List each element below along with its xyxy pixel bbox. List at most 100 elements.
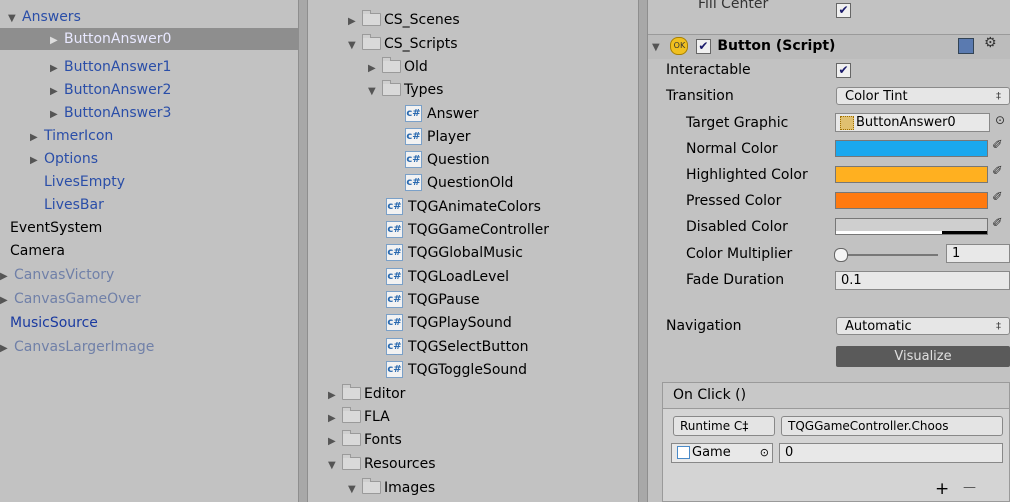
disabled-color-swatch[interactable]: [835, 218, 988, 235]
gear-icon[interactable]: ⚙: [984, 35, 997, 51]
project-script-tqggamecontroller[interactable]: c# TQGGameController: [386, 219, 549, 242]
navigation-dropdown[interactable]: Automatic ‡: [836, 317, 1010, 335]
collapse-arrow-icon[interactable]: ▶: [30, 127, 44, 149]
expand-arrow-icon[interactable]: ▼: [8, 8, 22, 30]
collapse-arrow-icon[interactable]: ▶: [348, 10, 362, 33]
hierarchy-item-canvasgameover[interactable]: ▶ CanvasGameOver: [0, 288, 141, 310]
collapse-arrow-icon[interactable]: ▶: [328, 384, 342, 407]
collapse-arrow-icon[interactable]: ▶: [368, 57, 382, 80]
add-listener-button[interactable]: +: [935, 479, 949, 499]
help-icon[interactable]: [958, 38, 974, 54]
collapse-arrow-icon[interactable]: ▶: [328, 430, 342, 453]
csharp-script-icon: c#: [386, 267, 403, 285]
argument-input[interactable]: 0: [779, 443, 1003, 463]
color-multiplier-slider-thumb[interactable]: [834, 248, 848, 262]
panel-divider[interactable]: [298, 0, 308, 502]
color-multiplier-input[interactable]: 1: [946, 244, 1010, 263]
expand-arrow-icon[interactable]: ▼: [368, 80, 382, 103]
collapse-arrow-icon[interactable]: ▶: [50, 58, 64, 80]
target-graphic-label: Target Graphic: [686, 115, 789, 131]
collapse-arrow-icon[interactable]: ▶: [50, 30, 64, 52]
project-script-tqgtogglesound[interactable]: c# TQGToggleSound: [386, 359, 527, 382]
hierarchy-item-eventsystem[interactable]: EventSystem: [10, 217, 102, 239]
project-script-answer[interactable]: c# Answer: [405, 103, 479, 126]
project-script-tqgglobalmusic[interactable]: c# TQGGlobalMusic: [386, 242, 523, 265]
eyedropper-icon[interactable]: ✐: [992, 138, 1003, 153]
visualize-button[interactable]: Visualize: [836, 346, 1010, 367]
collapse-arrow-icon[interactable]: ▶: [0, 266, 14, 288]
expand-arrow-icon[interactable]: ▼: [348, 478, 362, 501]
collapse-arrow-icon[interactable]: ▶: [30, 150, 44, 172]
collapse-arrow-icon[interactable]: ▶: [0, 338, 14, 360]
runtime-mode-dropdown[interactable]: Runtime C‡: [673, 416, 775, 436]
expand-arrow-icon[interactable]: ▼: [328, 454, 342, 477]
hierarchy-item-livesempty[interactable]: LivesEmpty: [44, 171, 125, 193]
eyedropper-icon[interactable]: ✐: [992, 216, 1003, 231]
expand-arrow-icon[interactable]: ▼: [348, 34, 362, 57]
project-script-tqgplaysound[interactable]: c# TQGPlaySound: [386, 312, 512, 335]
highlighted-color-swatch[interactable]: [835, 166, 988, 183]
fill-center-checkbox[interactable]: ✔: [836, 3, 851, 18]
project-folder-cs-scenes[interactable]: ▶ CS_Scenes: [348, 9, 460, 32]
function-dropdown[interactable]: TQGGameController.Choos: [781, 416, 1003, 436]
remove-listener-button[interactable]: —: [963, 480, 976, 495]
project-script-tqgpause[interactable]: c# TQGPause: [386, 289, 480, 312]
color-multiplier-slider-track[interactable]: [838, 254, 938, 256]
object-picker-icon[interactable]: ⊙: [760, 444, 769, 461]
hierarchy-item-canvaslargerimage[interactable]: ▶ CanvasLargerImage: [0, 336, 154, 358]
project-script-tqganimatecolors[interactable]: c# TQGAnimateColors: [386, 196, 541, 219]
project-folder-fonts[interactable]: ▶ Fonts: [328, 429, 402, 452]
component-enabled-checkbox[interactable]: ✔: [695, 38, 711, 54]
project-folder-images[interactable]: ▼ Images: [348, 477, 435, 500]
fade-duration-input[interactable]: 0.1: [835, 271, 1010, 290]
eyedropper-icon[interactable]: ✐: [992, 164, 1003, 179]
folder-icon: [342, 429, 361, 446]
expand-arrow-icon[interactable]: ▼: [652, 36, 666, 60]
hierarchy-item-musicsource[interactable]: MusicSource: [10, 312, 98, 334]
collapse-arrow-icon[interactable]: ▶: [50, 81, 64, 103]
csharp-script-icon: c#: [386, 197, 403, 215]
project-folder-old[interactable]: ▶ Old: [368, 56, 428, 79]
folder-icon: [342, 383, 361, 400]
fade-duration-label: Fade Duration: [686, 272, 785, 288]
hierarchy-item-livesbar[interactable]: LivesBar: [44, 194, 104, 216]
script-badge-icon: OK: [670, 37, 689, 55]
hierarchy-item-canvasvictory[interactable]: ▶ CanvasVictory: [0, 264, 114, 286]
hierarchy-item-answers[interactable]: ▼ Answers: [8, 6, 81, 28]
project-folder-fla[interactable]: ▶ FLA: [328, 406, 390, 429]
dropdown-arrows-icon: ‡: [996, 321, 1001, 332]
hierarchy-item-buttonanswer0[interactable]: ▶ ButtonAnswer0: [50, 28, 171, 50]
normal-color-swatch[interactable]: [835, 140, 988, 157]
hierarchy-item-options[interactable]: ▶ Options: [30, 148, 98, 170]
collapse-arrow-icon[interactable]: ▶: [328, 407, 342, 430]
transition-label: Transition: [666, 88, 734, 104]
interactable-label: Interactable: [666, 62, 751, 78]
project-folder-editor[interactable]: ▶ Editor: [328, 383, 405, 406]
eyedropper-icon[interactable]: ✐: [992, 190, 1003, 205]
hierarchy-item-timericon[interactable]: ▶ TimerIcon: [30, 125, 113, 147]
project-folder-resources[interactable]: ▼ Resources: [328, 453, 436, 476]
hierarchy-item-buttonanswer1[interactable]: ▶ ButtonAnswer1: [50, 56, 171, 78]
hierarchy-item-buttonanswer3[interactable]: ▶ ButtonAnswer3: [50, 102, 171, 124]
project-script-question[interactable]: c# Question: [405, 149, 490, 172]
object-picker-icon[interactable]: ⊙: [995, 113, 1005, 127]
highlighted-color-label: Highlighted Color: [686, 167, 808, 183]
project-folder-types[interactable]: ▼ Types: [368, 79, 443, 102]
component-header-row[interactable]: ▼ OK ✔ Button (Script): [652, 34, 835, 58]
hierarchy-item-camera[interactable]: Camera: [10, 240, 65, 262]
project-folder-cs-scripts[interactable]: ▼ CS_Scripts: [348, 33, 458, 56]
transition-dropdown[interactable]: Color Tint ‡: [836, 87, 1010, 105]
interactable-checkbox[interactable]: ✔: [836, 63, 851, 78]
project-script-player[interactable]: c# Player: [405, 126, 471, 149]
target-graphic-field[interactable]: ButtonAnswer0: [835, 113, 990, 132]
project-panel: ▶ CS_Scenes ▼ CS_Scripts ▶ Old ▼ Types c# Ans…: [308, 0, 638, 502]
hierarchy-item-buttonanswer2[interactable]: ▶ ButtonAnswer2: [50, 79, 171, 101]
collapse-arrow-icon[interactable]: ▶: [0, 290, 14, 312]
project-script-tqgloadlevel[interactable]: c# TQGLoadLevel: [386, 266, 509, 289]
target-object-field[interactable]: Game ⊙: [671, 443, 773, 463]
project-script-questionold[interactable]: c# QuestionOld: [405, 172, 513, 195]
panel-divider[interactable]: [638, 0, 648, 502]
collapse-arrow-icon[interactable]: ▶: [50, 104, 64, 126]
project-script-tqgselectbutton[interactable]: c# TQGSelectButton: [386, 336, 529, 359]
pressed-color-swatch[interactable]: [835, 192, 988, 209]
